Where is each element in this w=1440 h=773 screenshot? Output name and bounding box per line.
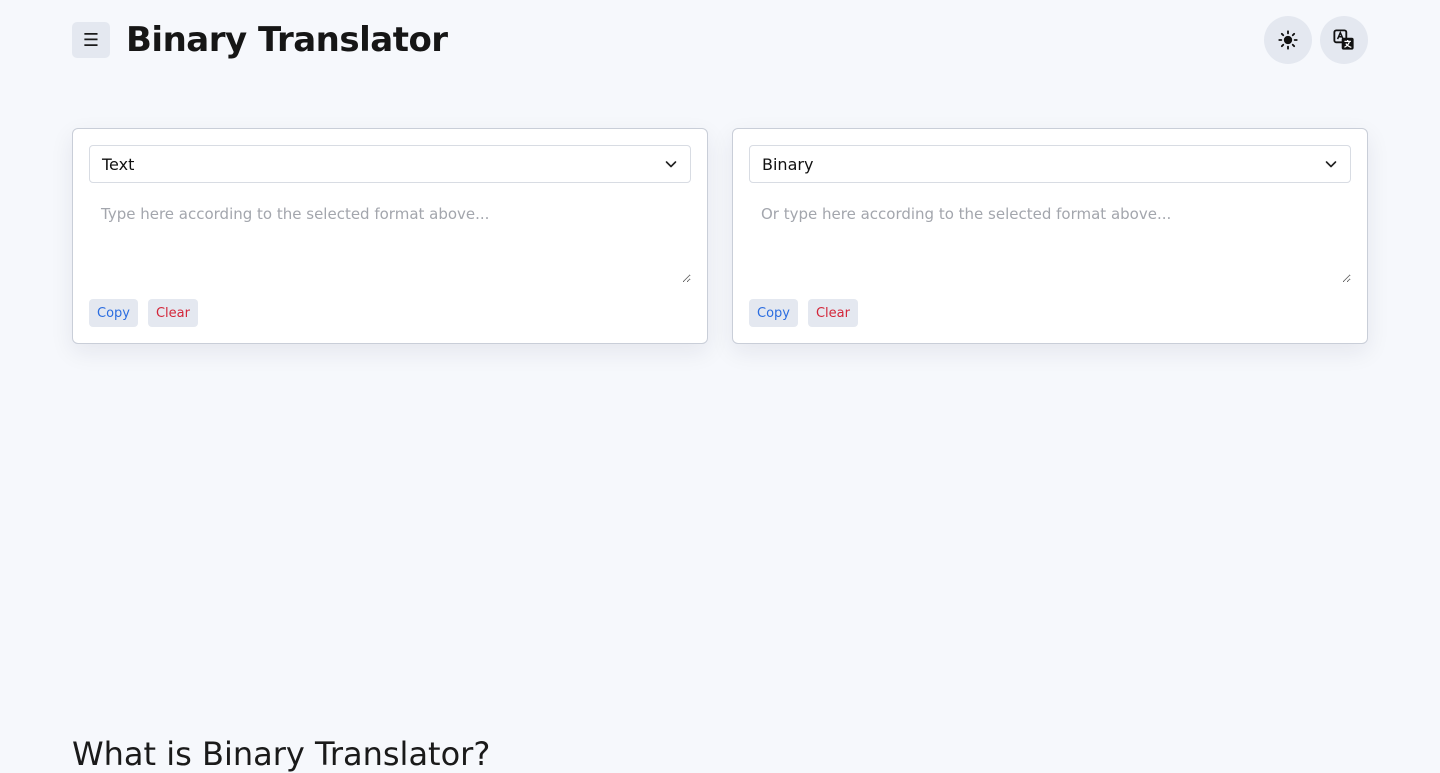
format-select-value: Text xyxy=(102,154,135,174)
output-actions: Copy Clear xyxy=(749,299,858,327)
page-header: ☰ Binary Translator xyxy=(72,16,1368,64)
format-select-input[interactable]: Text xyxy=(89,145,691,183)
input-textarea[interactable] xyxy=(89,183,691,283)
translator-panels: Text Copy Clear Binary Copy Clear xyxy=(72,128,1368,344)
chevron-down-icon xyxy=(1325,161,1337,168)
sun-icon xyxy=(1278,30,1298,50)
copy-button[interactable]: Copy xyxy=(749,299,798,327)
input-actions: Copy Clear xyxy=(89,299,198,327)
menu-button[interactable]: ☰ xyxy=(72,22,110,58)
hamburger-icon: ☰ xyxy=(82,29,100,51)
clear-button[interactable]: Clear xyxy=(147,299,198,327)
output-panel: Binary Copy Clear xyxy=(732,128,1368,344)
input-panel: Text Copy Clear xyxy=(72,128,708,344)
chevron-down-icon xyxy=(665,161,677,168)
theme-toggle-button[interactable] xyxy=(1264,16,1312,64)
header-left: ☰ Binary Translator xyxy=(72,20,448,60)
language-button[interactable] xyxy=(1320,16,1368,64)
format-select-value: Binary xyxy=(762,154,814,174)
app-title: Binary Translator xyxy=(126,20,448,60)
copy-button[interactable]: Copy xyxy=(89,299,138,327)
format-select-output[interactable]: Binary xyxy=(749,145,1351,183)
output-textarea[interactable] xyxy=(749,183,1351,283)
header-actions xyxy=(1264,16,1368,64)
clear-button[interactable]: Clear xyxy=(807,299,858,327)
section-heading: What is Binary Translator? xyxy=(72,735,491,773)
translate-icon xyxy=(1333,29,1354,50)
